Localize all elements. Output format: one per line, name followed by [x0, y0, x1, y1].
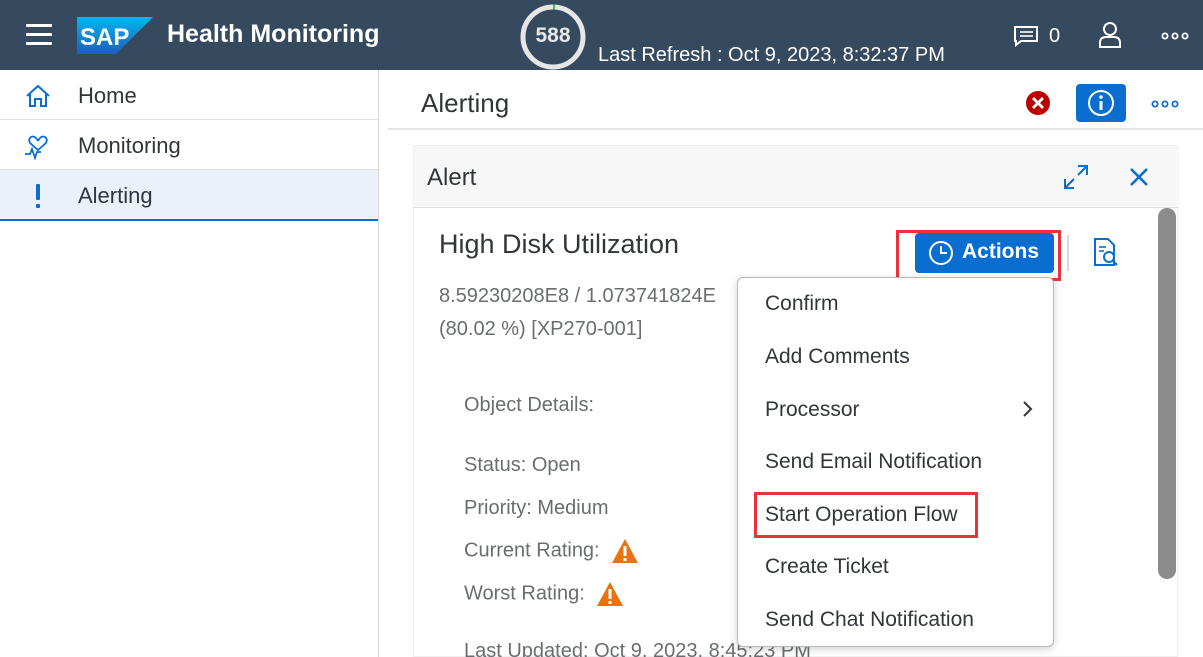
- error-button[interactable]: [1014, 84, 1062, 122]
- notifications-button[interactable]: 0: [1013, 24, 1060, 48]
- current-rating-label: Current Rating:: [464, 539, 600, 562]
- menu-item-send-email-notification[interactable]: Send Email Notification: [765, 450, 982, 474]
- info-icon: [1088, 90, 1114, 116]
- exclamation-icon: [36, 184, 40, 208]
- info-button[interactable]: [1076, 84, 1126, 122]
- highlight-box: [896, 230, 1061, 281]
- hamburger-menu-icon[interactable]: [26, 24, 52, 46]
- worst-rating: Worst Rating:: [464, 581, 624, 607]
- error-circle-icon: [1026, 91, 1050, 115]
- sidebar-item-label: Alerting: [78, 183, 153, 208]
- alert-subtitle-line: 8.59230208E8 / 1.073741824E: [439, 285, 716, 307]
- chevron-right-icon: [1023, 401, 1033, 417]
- side-navigation: Home Monitoring Alerting: [0, 70, 379, 657]
- sidebar-item-monitoring[interactable]: Monitoring: [0, 120, 378, 170]
- warning-icon: [612, 539, 639, 563]
- page-divider: [388, 128, 1203, 130]
- alert-subtitle: 8.59230208E8 / 1.073741824E (80.02 %) [X…: [439, 280, 759, 346]
- sidebar-item-label: Monitoring: [78, 133, 181, 158]
- notification-count: 0: [1049, 24, 1061, 47]
- sap-logo-text: SAP: [80, 24, 129, 51]
- priority-text: Priority: Medium: [464, 497, 609, 519]
- message-icon: [1014, 26, 1038, 47]
- actions-menu: Confirm Add Comments Processor Send Emai…: [737, 277, 1054, 647]
- highlight-box: [754, 492, 978, 538]
- sidebar-item-label: Home: [78, 83, 137, 108]
- alert-subtitle-line: (80.02 %) [XP270-001]: [439, 318, 643, 340]
- overflow-more-icon[interactable]: [1161, 32, 1189, 40]
- current-rating: Current Rating:: [464, 538, 639, 564]
- status-text: Status: Open: [464, 454, 581, 476]
- heart-monitor-icon: [25, 135, 48, 160]
- worst-rating-label: Worst Rating:: [464, 582, 585, 605]
- page-more-icon[interactable]: [1151, 100, 1179, 108]
- menu-item-create-ticket[interactable]: Create Ticket: [765, 555, 889, 579]
- scrollbar-thumb[interactable]: [1158, 208, 1176, 579]
- sidebar-item-home[interactable]: Home: [0, 70, 378, 120]
- last-refresh-text: Last Refresh : Oct 9, 2023, 8:32:37 PM: [598, 44, 945, 66]
- object-details-label: Object Details:: [464, 394, 595, 416]
- close-icon[interactable]: [1128, 166, 1150, 188]
- sap-logo[interactable]: SAP: [77, 17, 153, 54]
- panel-title: Alert: [427, 164, 477, 191]
- toolbar-separator: [1067, 235, 1069, 271]
- home-icon: [26, 84, 50, 107]
- counter-value: 588: [535, 24, 571, 47]
- user-icon[interactable]: [1098, 22, 1122, 48]
- sidebar-item-alerting[interactable]: Alerting: [0, 170, 378, 221]
- page-title: Alerting: [421, 88, 510, 118]
- alert-title: High Disk Utilization: [439, 229, 680, 259]
- warning-icon: [597, 582, 624, 606]
- menu-item-send-chat-notification[interactable]: Send Chat Notification: [765, 608, 974, 632]
- shell-header: SAP Health Monitoring 588 Last Refresh :…: [0, 0, 1203, 70]
- menu-item-processor[interactable]: Processor: [765, 398, 860, 422]
- expand-icon[interactable]: [1062, 163, 1090, 191]
- panel-header: Alert: [414, 146, 1179, 208]
- refresh-counter[interactable]: 588: [519, 3, 587, 71]
- menu-item-confirm[interactable]: Confirm: [765, 292, 839, 316]
- menu-item-add-comments[interactable]: Add Comments: [765, 345, 910, 369]
- inspect-document-icon[interactable]: [1092, 237, 1120, 269]
- app-title: Health Monitoring: [167, 20, 380, 48]
